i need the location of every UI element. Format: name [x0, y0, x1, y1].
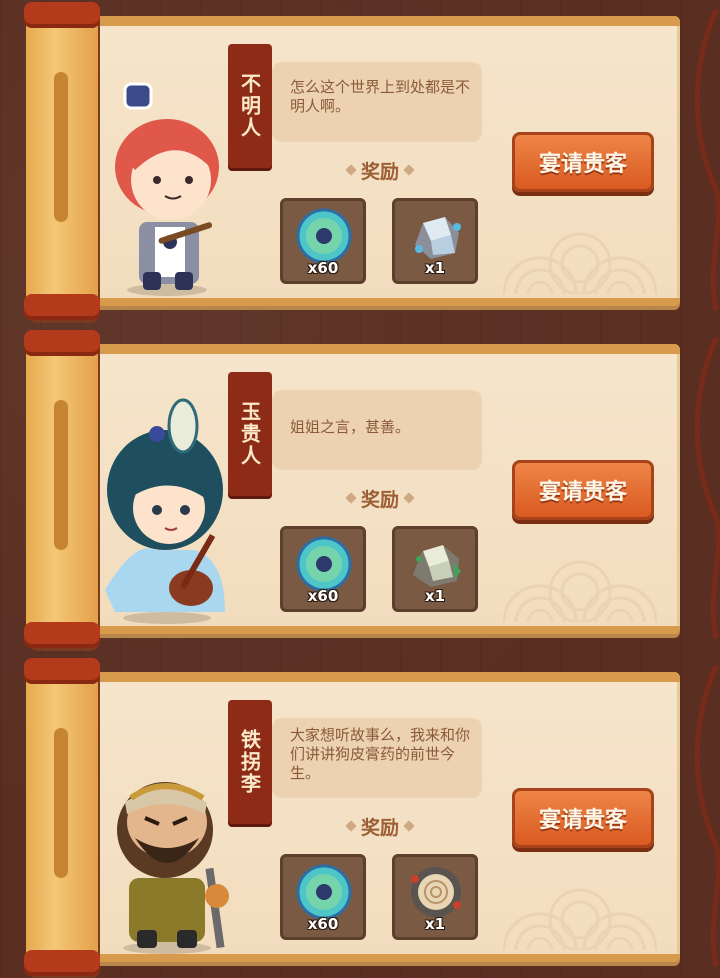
reward-count: x60 — [307, 915, 339, 933]
reward-count: x1 — [424, 259, 446, 277]
jade-ore-icon — [413, 545, 461, 587]
wood-log-icon — [411, 867, 461, 917]
scroll-rod — [24, 330, 100, 648]
ice-ore-icon — [415, 217, 461, 259]
reward-label: 奖励 — [360, 816, 399, 839]
wave-pattern — [502, 560, 658, 622]
guest-quote: 大家想听故事么，我来和你们讲讲狗皮膏药的前世今生。 — [290, 726, 471, 782]
guest-card: 不明人 怎么这个世界上到处都是不明人啊。 奖励 x60 x1 宴请贵客 — [0, 2, 720, 322]
rope-decoration — [686, 9, 720, 311]
guest-avatar — [117, 782, 229, 954]
guest-name: 不明人 — [228, 44, 272, 168]
reward-slot[interactable]: x60 — [280, 854, 366, 940]
guest-name: 玉贵人 — [228, 372, 272, 496]
speech-bubble: 大家想听故事么，我来和你们讲讲狗皮膏药的前世今生。 — [272, 718, 482, 798]
invite-guest-button[interactable]: 宴请贵客 — [512, 788, 654, 848]
guest-quote: 怎么这个世界上到处都是不明人啊。 — [290, 78, 471, 115]
reward-count: x60 — [307, 587, 339, 605]
diamond-icon — [403, 164, 415, 176]
jade-coin-icon — [296, 864, 352, 920]
reward-title: 奖励 — [335, 485, 425, 511]
scroll-rod — [24, 658, 100, 976]
rope-decoration — [686, 337, 720, 639]
reward-title: 奖励 — [335, 157, 425, 183]
reward-slot[interactable]: x60 — [280, 198, 366, 284]
jade-coin-icon — [296, 536, 352, 592]
diamond-icon — [403, 820, 415, 832]
diamond-icon — [345, 820, 357, 832]
guest-card: 玉贵人 姐姐之言，甚善。 奖励 x60 x1 宴请贵客 — [0, 330, 720, 650]
wave-pattern — [502, 232, 658, 294]
jade-coin-icon — [296, 208, 352, 264]
reward-slot[interactable]: x1 — [392, 198, 478, 284]
guest-quote: 姐姐之言，甚善。 — [290, 418, 411, 436]
wave-pattern — [502, 888, 658, 950]
guest-avatar — [105, 398, 225, 624]
diamond-icon — [403, 492, 415, 504]
reward-count: x60 — [307, 259, 339, 277]
scroll-rod — [24, 2, 100, 320]
speech-bubble: 怎么这个世界上到处都是不明人啊。 — [272, 62, 482, 142]
reward-label: 奖励 — [360, 160, 399, 183]
reward-label: 奖励 — [360, 488, 399, 511]
reward-count: x1 — [424, 587, 446, 605]
invite-guest-button[interactable]: 宴请贵客 — [512, 460, 654, 520]
invite-guest-button[interactable]: 宴请贵客 — [512, 132, 654, 192]
reward-count: x1 — [424, 915, 446, 933]
guest-card: 铁拐李 大家想听故事么，我来和你们讲讲狗皮膏药的前世今生。 奖励 x60 x1 … — [0, 658, 720, 978]
reward-slot[interactable]: x1 — [392, 854, 478, 940]
diamond-icon — [345, 492, 357, 504]
guest-name: 铁拐李 — [228, 700, 272, 824]
diamond-icon — [345, 164, 357, 176]
reward-slot[interactable]: x1 — [392, 526, 478, 612]
reward-slot[interactable]: x60 — [280, 526, 366, 612]
speech-bubble: 姐姐之言，甚善。 — [272, 390, 482, 470]
reward-title: 奖励 — [335, 813, 425, 839]
guest-avatar — [115, 82, 219, 296]
rope-decoration — [686, 665, 720, 967]
